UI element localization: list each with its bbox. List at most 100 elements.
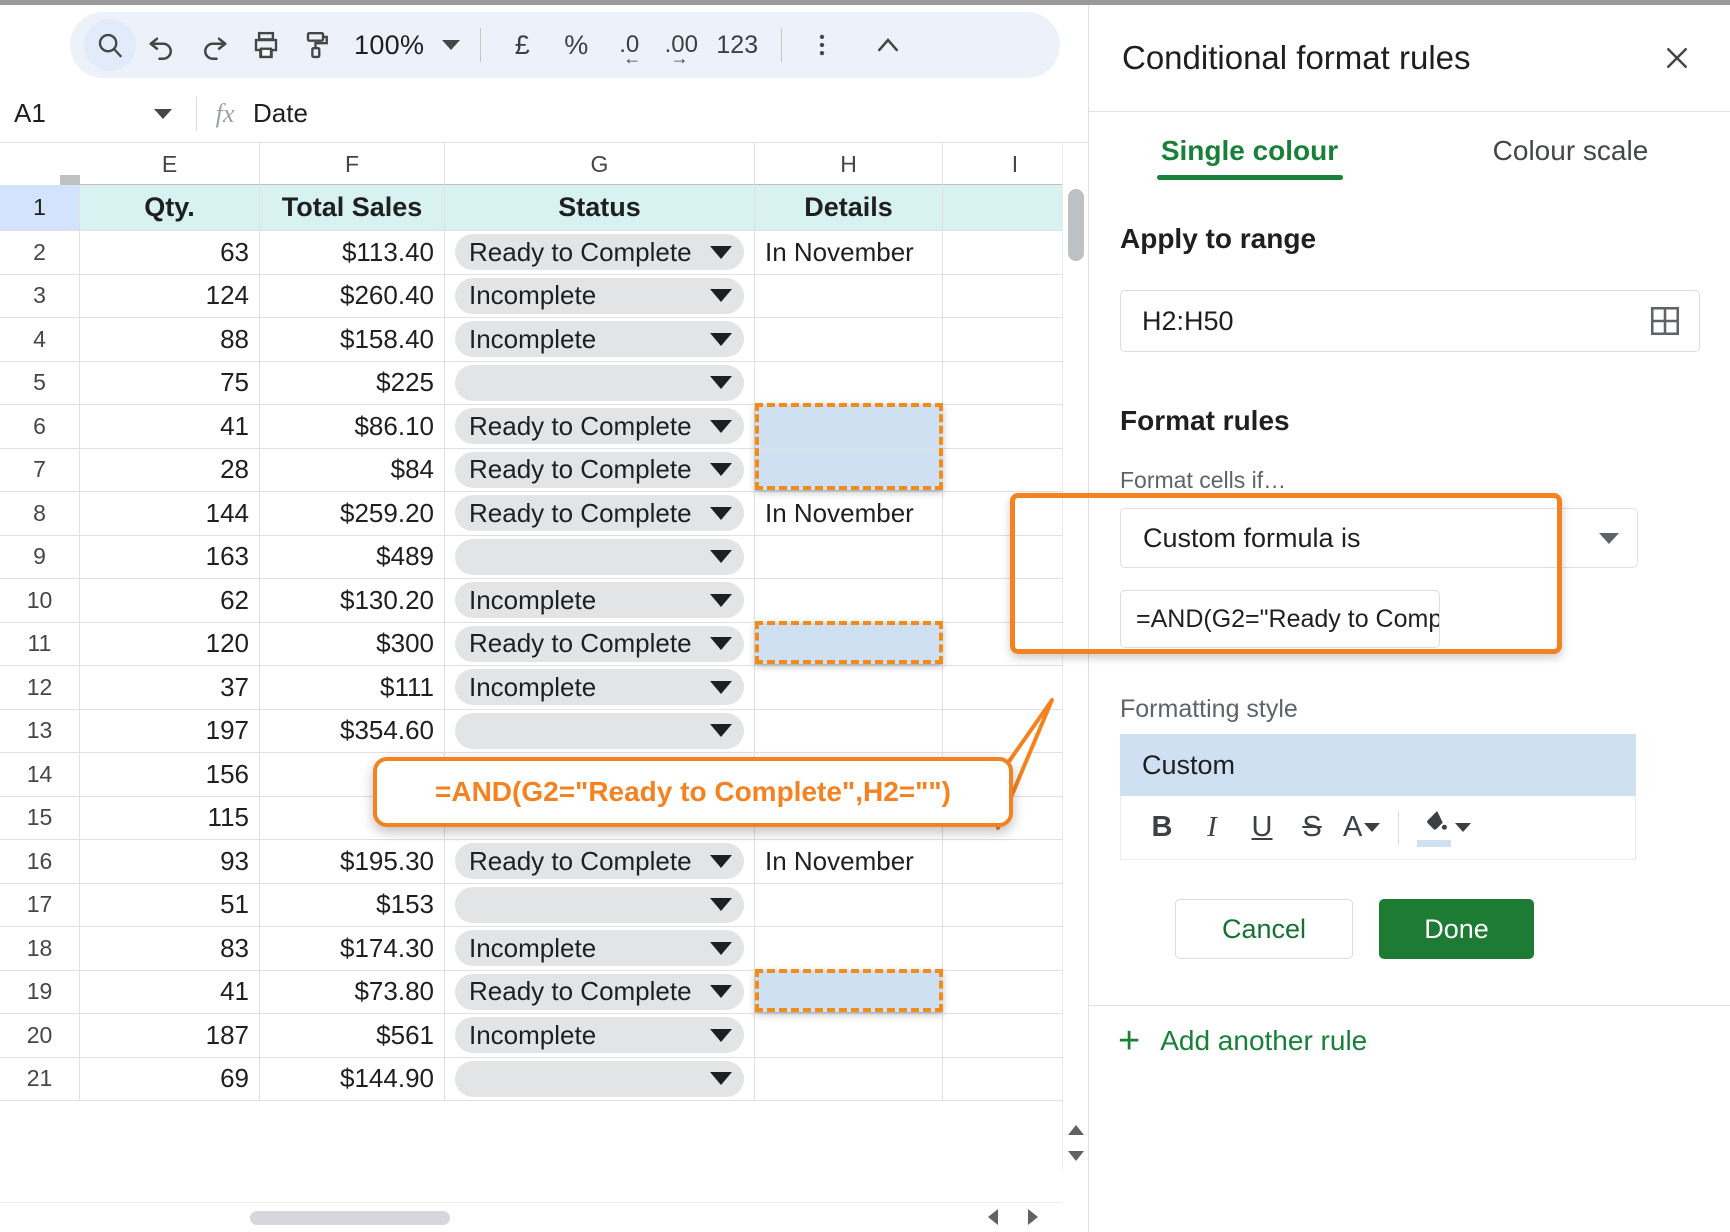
cell-total-sales[interactable]: $86.10 <box>260 405 445 448</box>
cell-details[interactable] <box>755 361 943 404</box>
horizontal-scroll-thumb[interactable] <box>250 1211 450 1225</box>
row-header-15[interactable]: 15 <box>0 796 80 839</box>
status-dropdown-chip[interactable]: Incomplete <box>455 1017 744 1054</box>
cell-details[interactable]: In November <box>755 840 943 883</box>
row-header-19[interactable]: 19 <box>0 970 80 1013</box>
custom-formula-input[interactable]: =AND(G2="Ready to Comp <box>1120 590 1440 648</box>
name-box[interactable]: A1 <box>0 85 196 142</box>
fill-color-button[interactable] <box>1413 805 1475 851</box>
status-dropdown-chip[interactable]: Incomplete <box>455 277 744 314</box>
underline-button[interactable]: U <box>1239 805 1285 851</box>
row-header-8[interactable]: 8 <box>0 492 80 535</box>
cell-total-sales[interactable]: $300 <box>260 622 445 665</box>
row-header-20[interactable]: 20 <box>0 1014 80 1057</box>
chevron-up-icon[interactable] <box>862 19 914 71</box>
cell-status[interactable]: Ready to Complete <box>445 448 755 491</box>
row-header-5[interactable]: 5 <box>0 361 80 404</box>
cell-qty[interactable]: 28 <box>80 448 260 491</box>
row-header-13[interactable]: 13 <box>0 709 80 752</box>
status-dropdown-chip[interactable]: Incomplete <box>455 669 744 706</box>
cell-qty[interactable]: 93 <box>80 840 260 883</box>
status-dropdown-chip[interactable]: Ready to Complete <box>455 495 744 532</box>
cell-status[interactable] <box>445 361 755 404</box>
undo-icon[interactable] <box>136 19 188 71</box>
cell-details[interactable] <box>755 318 943 361</box>
cell-status[interactable] <box>445 709 755 752</box>
status-dropdown-chip[interactable]: Incomplete <box>455 321 744 358</box>
cell-qty[interactable]: 187 <box>80 1014 260 1057</box>
row-header-2[interactable]: 2 <box>0 231 80 274</box>
cell-details[interactable]: In November <box>755 231 943 274</box>
row-header-17[interactable]: 17 <box>0 883 80 926</box>
cell-details[interactable] <box>755 1014 943 1057</box>
column-header-G[interactable]: G <box>445 143 755 185</box>
cell-details[interactable] <box>755 883 943 926</box>
scroll-up-arrow-icon[interactable] <box>1063 1117 1088 1143</box>
status-dropdown-chip[interactable]: Ready to Complete <box>455 625 744 662</box>
cell-total-sales[interactable]: $111 <box>260 666 445 709</box>
row-header-6[interactable]: 6 <box>0 405 80 448</box>
cell-total-sales[interactable]: $561 <box>260 1014 445 1057</box>
cell-total-sales[interactable]: $174.30 <box>260 927 445 970</box>
close-icon[interactable] <box>1653 34 1701 82</box>
strikethrough-button[interactable]: S <box>1289 805 1335 851</box>
tab-colour-scale[interactable]: Colour scale <box>1410 112 1730 190</box>
formula-input[interactable]: Date <box>253 98 308 129</box>
cell-details[interactable] <box>755 535 943 578</box>
print-icon[interactable] <box>240 19 292 71</box>
cell-status[interactable]: Ready to Complete <box>445 622 755 665</box>
search-icon[interactable] <box>84 19 136 71</box>
cell-details[interactable] <box>755 448 943 491</box>
cell-total-sales[interactable]: $354.60 <box>260 709 445 752</box>
cell-qty[interactable]: 83 <box>80 927 260 970</box>
status-dropdown-chip[interactable] <box>455 538 744 575</box>
cell-status[interactable] <box>445 883 755 926</box>
paint-format-icon[interactable] <box>292 19 344 71</box>
cell-total-sales[interactable]: $260.40 <box>260 274 445 317</box>
status-dropdown-chip[interactable]: Ready to Complete <box>455 973 744 1010</box>
bold-button[interactable]: B <box>1139 805 1185 851</box>
cell-qty[interactable]: 144 <box>80 492 260 535</box>
column-header-F[interactable]: F <box>260 143 445 185</box>
cell-status[interactable]: Ready to Complete <box>445 970 755 1013</box>
row-header-14[interactable]: 14 <box>0 753 80 796</box>
column-header-E[interactable]: E <box>80 143 260 185</box>
cell-total-sales[interactable]: $259.20 <box>260 492 445 535</box>
increase-decimal-button[interactable]: .00 → <box>655 19 707 71</box>
cell-qty[interactable]: 120 <box>80 622 260 665</box>
cell-details[interactable] <box>755 274 943 317</box>
status-dropdown-chip[interactable]: Ready to Complete <box>455 234 744 271</box>
status-dropdown-chip[interactable] <box>455 886 744 923</box>
row-header-16[interactable]: 16 <box>0 840 80 883</box>
cell-status[interactable] <box>445 1057 755 1100</box>
cell-qty[interactable]: 115 <box>80 796 260 839</box>
row-header-10[interactable]: 10 <box>0 579 80 622</box>
cell-qty[interactable]: 69 <box>80 1057 260 1100</box>
cell-qty[interactable]: 41 <box>80 970 260 1013</box>
scroll-right-arrow-icon[interactable] <box>1018 1202 1048 1232</box>
cell-status[interactable]: Incomplete <box>445 666 755 709</box>
cell-total-sales[interactable]: $158.40 <box>260 318 445 361</box>
text-color-button[interactable]: A <box>1339 805 1384 851</box>
three-dots-vertical-icon[interactable] <box>796 19 848 71</box>
cell-status[interactable]: Incomplete <box>445 927 755 970</box>
cell-status[interactable] <box>445 535 755 578</box>
row-header-12[interactable]: 12 <box>0 666 80 709</box>
row-header-11[interactable]: 11 <box>0 622 80 665</box>
cell-qty[interactable]: 124 <box>80 274 260 317</box>
cell-total-sales[interactable]: $225 <box>260 361 445 404</box>
cell-status[interactable]: Incomplete <box>445 318 755 361</box>
redo-icon[interactable] <box>188 19 240 71</box>
cell-status[interactable]: Ready to Complete <box>445 492 755 535</box>
cell-status[interactable]: Ready to Complete <box>445 840 755 883</box>
cell-status[interactable]: Ready to Complete <box>445 405 755 448</box>
status-dropdown-chip[interactable] <box>455 1060 744 1097</box>
cell-total-sales[interactable]: $153 <box>260 883 445 926</box>
horizontal-scrollbar[interactable] <box>0 1202 1062 1232</box>
cell-details[interactable] <box>755 666 943 709</box>
cell-qty[interactable]: 62 <box>80 579 260 622</box>
cell-details[interactable] <box>755 1057 943 1100</box>
cancel-button[interactable]: Cancel <box>1175 899 1353 959</box>
tab-single-colour[interactable]: Single colour <box>1089 112 1410 190</box>
row-header-4[interactable]: 4 <box>0 318 80 361</box>
